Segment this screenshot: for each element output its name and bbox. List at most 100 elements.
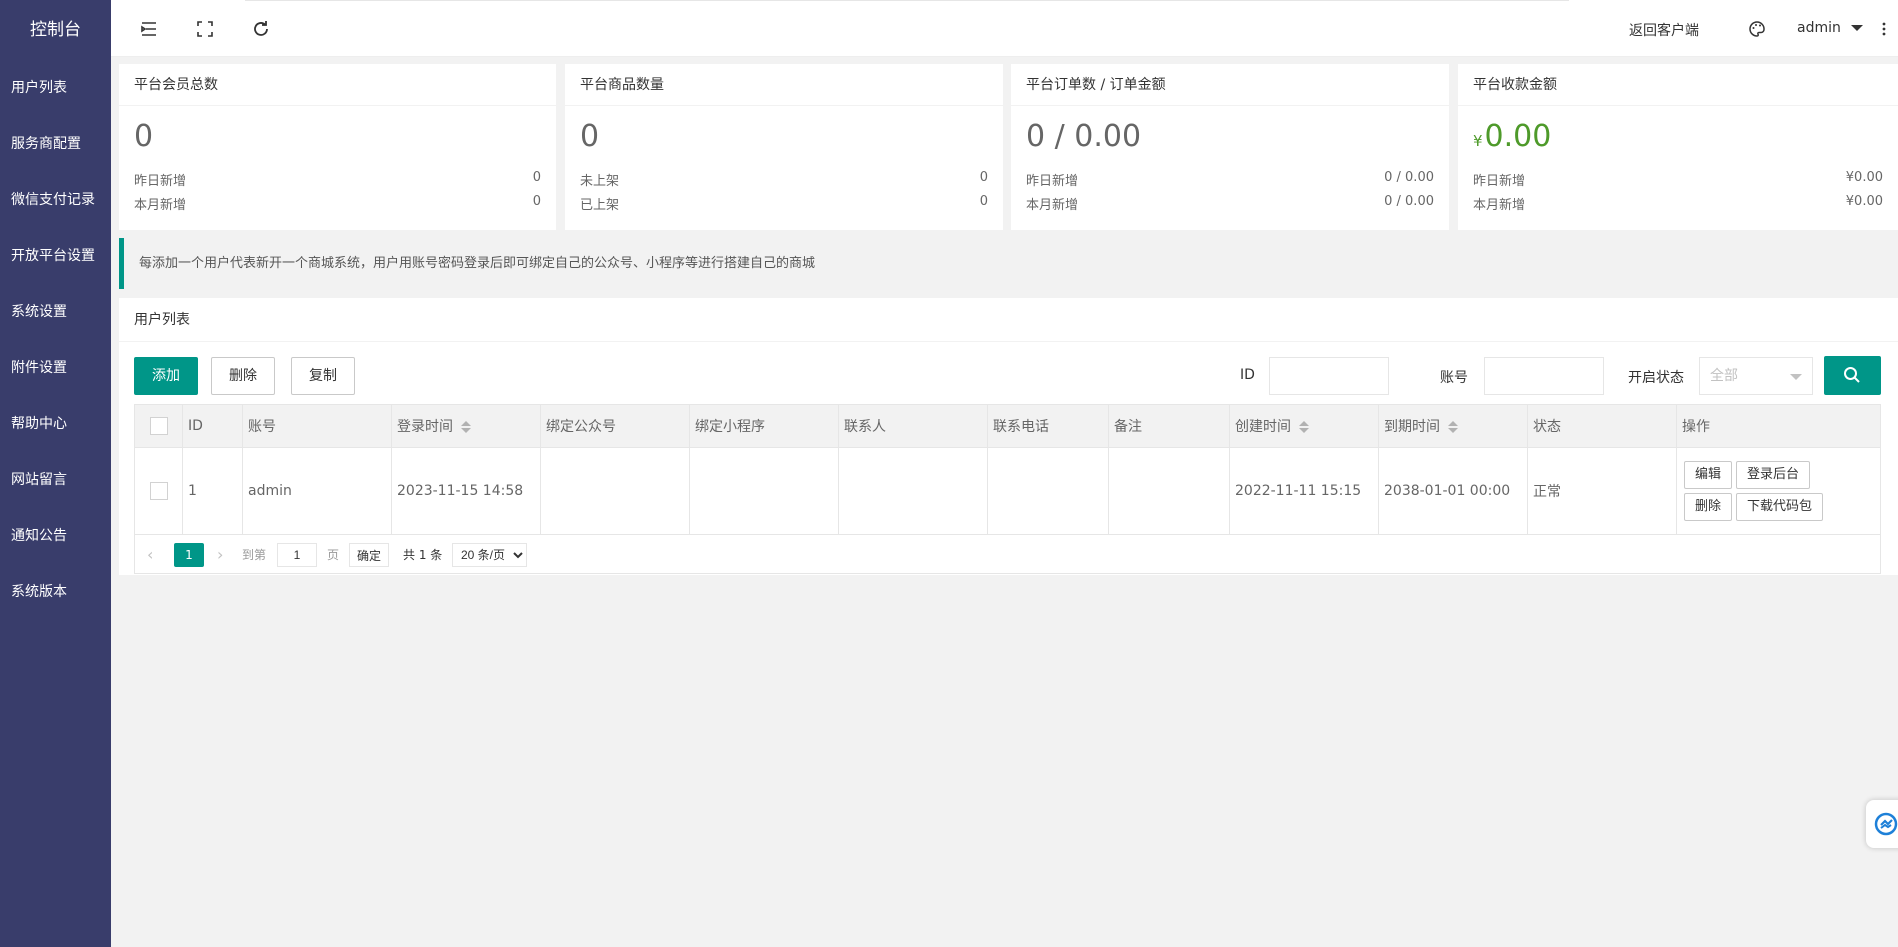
- select-all-checkbox[interactable]: [149, 417, 168, 435]
- row-select-cell: [134, 447, 183, 535]
- card-value: 0: [134, 119, 154, 154]
- card-row: 昨日新增 0: [134, 170, 541, 189]
- sidebar-item-system-version[interactable]: 系统版本: [0, 564, 111, 620]
- cell-expires: 2038-01-01 00:00: [1378, 447, 1528, 535]
- panel-title: 用户列表: [119, 298, 1898, 342]
- top-header: 返回客户端 admin: [111, 0, 1898, 57]
- card-title: 平台会员总数: [119, 64, 556, 106]
- copy-button[interactable]: 复制: [291, 357, 355, 395]
- select-all-cell: [134, 404, 183, 448]
- card-value: ¥0.00: [1473, 122, 1551, 152]
- return-client-link[interactable]: 返回客户端: [1629, 20, 1699, 40]
- col-official-account: 绑定公众号: [540, 404, 690, 448]
- fullscreen-icon[interactable]: [195, 19, 215, 39]
- sidebar-item-announcements[interactable]: 通知公告: [0, 508, 111, 564]
- card-row: 已上架 0: [580, 194, 988, 213]
- row-label: 未上架: [580, 174, 620, 189]
- col-label: 登录时间: [397, 419, 453, 435]
- edit-button[interactable]: 编辑: [1684, 461, 1733, 489]
- col-contact: 联系人: [838, 404, 988, 448]
- sort-icon[interactable]: [1448, 421, 1458, 433]
- delete-row-button[interactable]: 删除: [1684, 493, 1733, 521]
- sidebar-item-open-platform[interactable]: 开放平台设置: [0, 228, 111, 284]
- cell-created: 2022-11-11 15:15: [1229, 447, 1379, 535]
- cell-contact: [838, 447, 988, 535]
- row-value: 0 / 0.00: [1384, 170, 1434, 185]
- row-label: 昨日新增: [1473, 174, 1526, 189]
- sidebar-logo[interactable]: 控制台: [0, 0, 111, 60]
- menu-fold-icon[interactable]: [139, 19, 159, 39]
- chevron-left-icon[interactable]: ‹: [147, 543, 153, 567]
- col-remark: 备注: [1108, 404, 1230, 448]
- cell-account: admin: [242, 447, 392, 535]
- col-label: 创建时间: [1235, 419, 1291, 435]
- row-value: 0 / 0.00: [1384, 194, 1434, 209]
- goto-confirm-button[interactable]: 确定: [349, 543, 390, 567]
- col-created[interactable]: 创建时间: [1229, 404, 1379, 448]
- sidebar-item-provider-config[interactable]: 服务商配置: [0, 116, 111, 172]
- row-label: 昨日新增: [1026, 174, 1079, 189]
- search-button[interactable]: [1824, 356, 1881, 395]
- row-value: ¥0.00: [1845, 170, 1883, 185]
- cell-mini-program: [689, 447, 839, 535]
- row-label: 昨日新增: [134, 174, 187, 189]
- cell-remark: [1108, 447, 1230, 535]
- col-label: 到期时间: [1384, 419, 1440, 435]
- cell-login-time: 2023-11-15 14:58: [391, 447, 541, 535]
- chevron-down-icon: [1851, 25, 1864, 31]
- sidebar-item-wechat-pay-records[interactable]: 微信支付记录: [0, 172, 111, 228]
- more-vertical-icon[interactable]: [1879, 19, 1889, 39]
- row-label: 本月新增: [134, 198, 187, 213]
- sidebar-item-user-list[interactable]: 用户列表: [0, 60, 111, 116]
- stat-card-revenue: 平台收款金额 ¥0.00 昨日新增 ¥0.00 本月新增 ¥0.00: [1458, 64, 1898, 230]
- col-id: ID: [182, 404, 243, 448]
- col-expires[interactable]: 到期时间: [1378, 404, 1528, 448]
- row-value: 0: [979, 170, 988, 185]
- sort-icon[interactable]: [1299, 421, 1309, 433]
- row-label: 本月新增: [1473, 198, 1526, 213]
- delete-button[interactable]: 删除: [211, 357, 275, 395]
- card-row: 昨日新增 ¥0.00: [1473, 170, 1883, 189]
- page-current[interactable]: 1: [174, 543, 204, 567]
- col-account: 账号: [242, 404, 392, 448]
- refresh-icon[interactable]: [251, 19, 271, 39]
- palette-icon[interactable]: [1747, 19, 1767, 39]
- revenue-value: 0.00: [1484, 119, 1552, 154]
- account-filter-label: 账号: [1440, 370, 1468, 386]
- goto-page-input[interactable]: [277, 543, 317, 567]
- support-icon: [1874, 812, 1898, 836]
- page-size-select[interactable]: 20 条/页: [452, 543, 527, 567]
- sidebar-item-help-center[interactable]: 帮助中心: [0, 396, 111, 452]
- download-code-button[interactable]: 下载代码包: [1736, 493, 1824, 521]
- total-count: 共 1 条: [403, 548, 443, 562]
- table-header-row: ID 账号 登录时间 绑定公众号 绑定小程序 联系人 联系电话 备注 创建时间 …: [134, 404, 1881, 448]
- row-value: 0: [532, 170, 541, 185]
- status-filter-select[interactable]: 全部: [1699, 357, 1813, 395]
- add-button[interactable]: 添加: [134, 357, 198, 395]
- cell-actions: 编辑 登录后台 删除 下载代码包: [1676, 447, 1881, 535]
- account-filter-input[interactable]: [1484, 357, 1604, 395]
- sidebar-item-attachment-settings[interactable]: 附件设置: [0, 340, 111, 396]
- cell-phone: [987, 447, 1109, 535]
- cell-id: 1: [182, 447, 243, 535]
- search-icon: [1844, 367, 1860, 383]
- chevron-right-icon[interactable]: ›: [217, 543, 223, 567]
- stat-card-members: 平台会员总数 0 昨日新增 0 本月新增 0: [119, 64, 556, 230]
- id-filter-input[interactable]: [1269, 357, 1389, 395]
- user-menu[interactable]: admin: [1797, 20, 1864, 36]
- card-row: 未上架 0: [580, 170, 988, 189]
- card-value: 0 / 0.00: [1026, 119, 1142, 154]
- page-suffix: 页: [327, 548, 340, 562]
- sidebar-item-system-settings[interactable]: 系统设置: [0, 284, 111, 340]
- stat-card-products: 平台商品数量 0 未上架 0 已上架 0: [565, 64, 1003, 230]
- chevron-down-icon: [1790, 374, 1802, 380]
- row-checkbox[interactable]: [149, 482, 168, 500]
- status-filter-label: 开启状态: [1628, 370, 1684, 386]
- card-title: 平台商品数量: [565, 64, 1003, 106]
- sidebar: 控制台 用户列表 服务商配置 微信支付记录 开放平台设置 系统设置 附件设置 帮…: [0, 0, 111, 947]
- sidebar-item-site-messages[interactable]: 网站留言: [0, 452, 111, 508]
- login-admin-button[interactable]: 登录后台: [1736, 461, 1811, 489]
- support-widget[interactable]: [1866, 800, 1898, 848]
- col-login-time[interactable]: 登录时间: [391, 404, 541, 448]
- sort-icon[interactable]: [461, 421, 471, 433]
